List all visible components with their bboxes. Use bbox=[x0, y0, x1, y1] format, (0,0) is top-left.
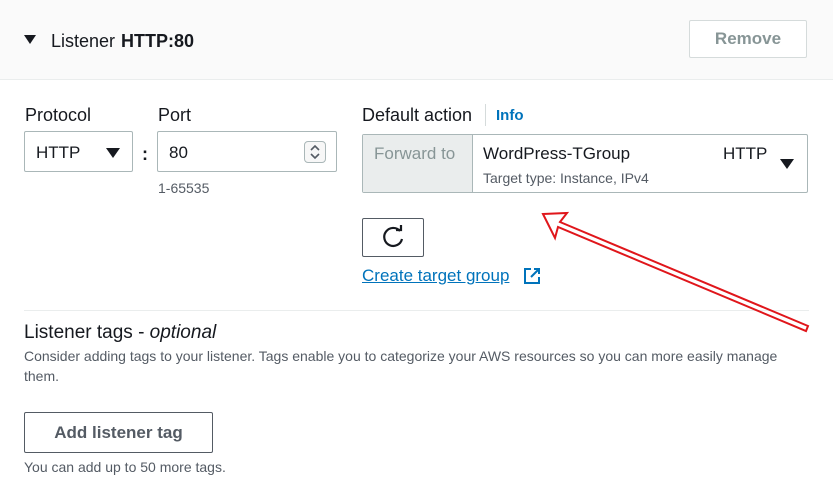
annotation-arrow bbox=[541, 211, 810, 333]
annotation-arrow-shape bbox=[541, 211, 810, 333]
